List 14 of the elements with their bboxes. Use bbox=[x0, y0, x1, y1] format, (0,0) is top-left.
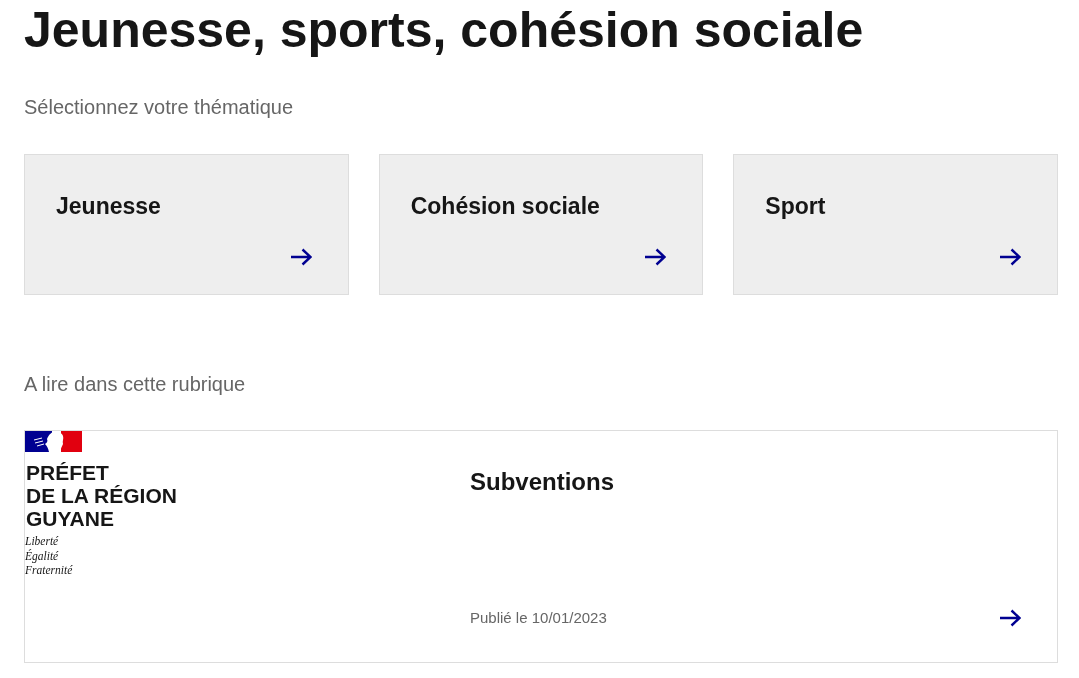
logo-text: PRÉFET DE LA RÉGION GUYANE bbox=[26, 461, 177, 530]
theme-tile[interactable]: Cohésion sociale bbox=[378, 154, 704, 295]
article-title-link[interactable]: Subventions bbox=[470, 464, 614, 500]
arrow-right-icon bbox=[644, 248, 667, 266]
arrow-right-icon bbox=[999, 609, 1021, 627]
arrow-right-icon bbox=[289, 248, 312, 266]
publish-date: Publié le 10/01/2023 bbox=[470, 608, 607, 628]
logo-motto: Liberté Égalité Fraternité bbox=[25, 534, 73, 578]
theme-tile[interactable]: Sport bbox=[733, 154, 1058, 295]
theme-tile[interactable]: Jeunesse bbox=[24, 154, 349, 295]
page-title: Jeunesse, sports, cohésion sociale bbox=[24, 1, 865, 60]
section-label: A lire dans cette rubrique bbox=[24, 372, 247, 397]
section-label: Sélectionnez votre thématique bbox=[24, 95, 295, 120]
arrow-right-icon bbox=[999, 248, 1021, 266]
